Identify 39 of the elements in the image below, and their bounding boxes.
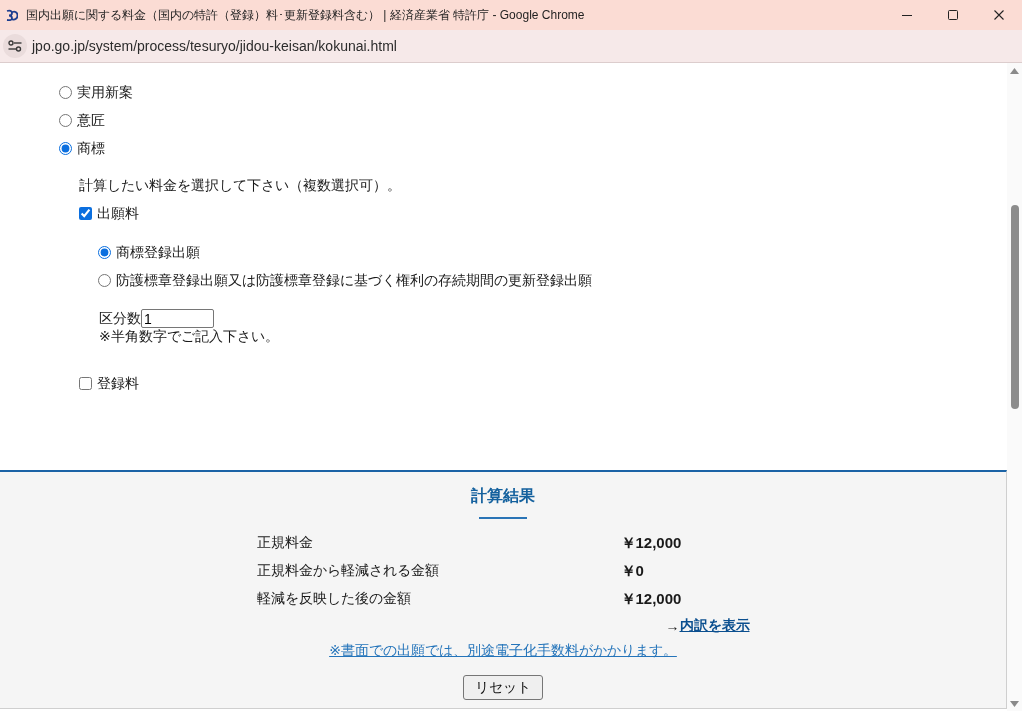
fee-label: 正規料金 [256, 534, 314, 552]
option-label[interactable]: 実用新案 [77, 83, 133, 101]
scroll-up-icon[interactable] [1010, 68, 1019, 74]
field-label: 区分数 [99, 309, 141, 328]
checkbox[interactable] [79, 206, 92, 220]
address-bar-url[interactable]: jpo.go.jp/system/process/tesuryo/jidou-keisan/kokunai.html [32, 38, 397, 54]
radio-button[interactable] [59, 85, 72, 99]
site-info-button[interactable] [3, 34, 27, 58]
scrollbar-thumb[interactable] [1010, 205, 1019, 409]
option-label[interactable]: 防護標章登録出願又は防護標章登録に基づく権利の存続期間の更新登録出願 [116, 271, 592, 289]
fee-label: 軽減を反映した後の金額 [256, 590, 412, 608]
option-label[interactable]: 商標 [77, 139, 105, 157]
option-label[interactable]: 商標登録出願 [116, 243, 200, 261]
hint-text: ※半角数字でご記入下さい。 [99, 328, 280, 345]
fee-amount: ￥12,000 [620, 533, 683, 553]
checkbox[interactable] [79, 376, 92, 390]
arrow-text: → [665, 618, 680, 634]
radio-button[interactable] [98, 245, 111, 259]
option-label[interactable]: 登録料 [97, 374, 139, 392]
radio-button[interactable] [59, 113, 72, 127]
reset-button[interactable]: リセット [463, 675, 543, 700]
scroll-down-icon[interactable] [1010, 701, 1019, 707]
close-icon[interactable] [994, 10, 1004, 20]
fee-amount: ￥0 [620, 561, 645, 581]
option-label[interactable]: 意匠 [77, 111, 105, 129]
section-title: 計算結果 [471, 486, 535, 506]
option-label[interactable]: 出願料 [97, 204, 139, 222]
sliders-icon [8, 40, 22, 52]
fee-note-link[interactable]: ※書面での出願では、別途電子化手数料がかかります。 [329, 642, 677, 660]
window-title: 国内出願に関する料金（国内の特許（登録）料･更新登録料含む） | 経済産業省 特許庁 - Google Chrome [26, 6, 586, 24]
fee-amount: ￥12,000 [620, 589, 683, 609]
maximize-icon[interactable] [948, 10, 958, 20]
breakdown-link[interactable]: 内訳を表示 [679, 617, 750, 635]
logo-icon [6, 9, 18, 21]
instruction-text: 計算したい料金を選択して下さい（複数選択可）。 [79, 176, 402, 195]
radio-button[interactable] [98, 273, 111, 287]
class-count-field[interactable]: 1 [141, 309, 214, 328]
fee-label: 正規料金から軽減される金額 [256, 562, 440, 580]
radio-button[interactable] [59, 141, 72, 155]
